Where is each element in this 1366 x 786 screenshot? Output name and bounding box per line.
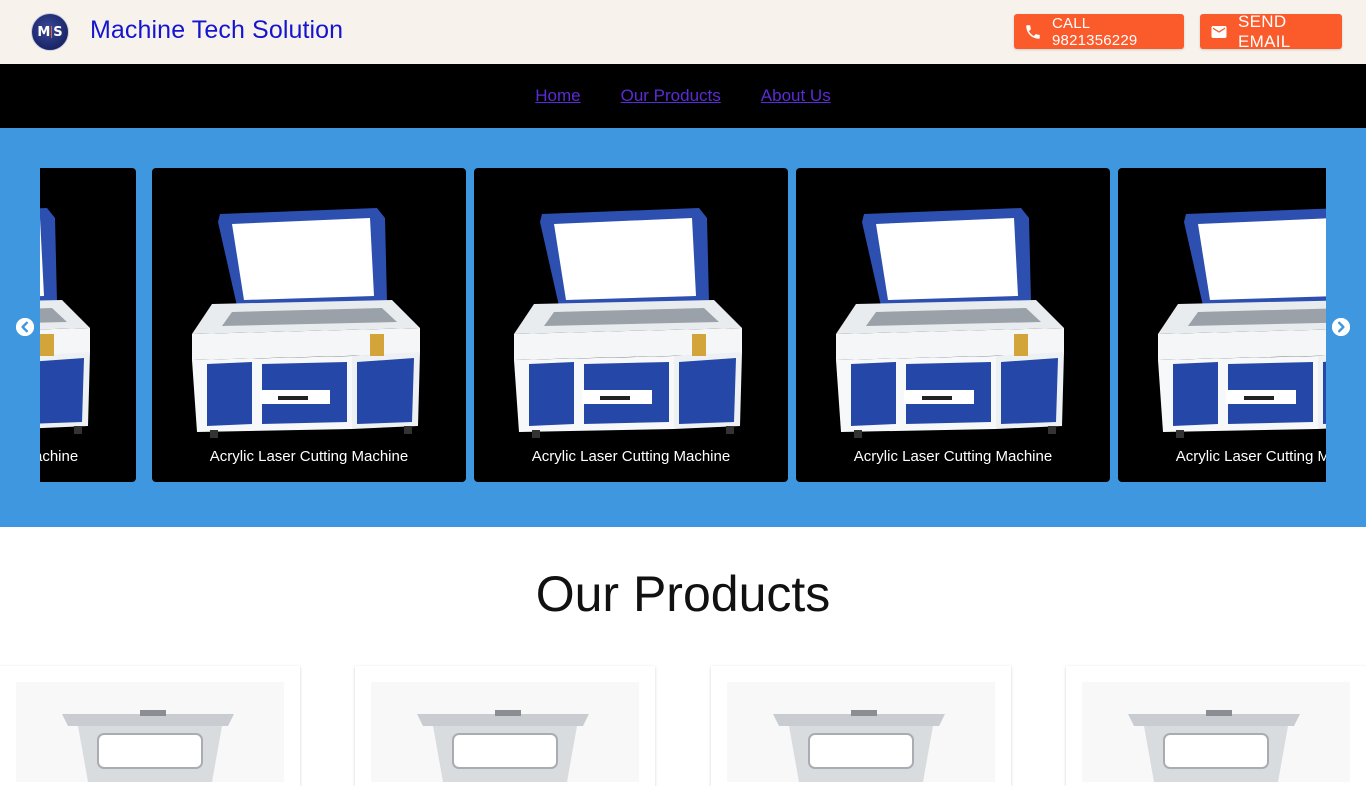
call-button-label: CALL 9821356229 [1052, 14, 1138, 49]
carousel-next-button[interactable] [1332, 318, 1350, 336]
card-label: Acrylic Laser Cutting Machine [40, 448, 79, 465]
carousel-card[interactable]: Acrylic Laser Cutting Machine [474, 168, 788, 482]
card-label: Acrylic Laser Cutting Machine [1175, 448, 1326, 465]
send-email-label: SEND EMAIL [1238, 11, 1291, 51]
nav-about-us[interactable]: About Us [761, 86, 831, 106]
product-image [371, 682, 639, 782]
product-card[interactable] [355, 666, 655, 786]
product-image [1082, 682, 1350, 782]
carousel-track: Acrylic Laser Cutting Machine Acrylic La… [40, 168, 1326, 482]
carousel-card[interactable]: Acrylic Laser Cutting Machine [40, 168, 136, 482]
laser-cutter-image [836, 208, 1064, 438]
laser-cutter-image [1158, 208, 1326, 438]
nav-home[interactable]: Home [535, 86, 580, 106]
carousel-card[interactable]: Acrylic Laser Cutting Machine [152, 168, 466, 482]
products-heading: Our Products [535, 566, 831, 622]
email-icon [1211, 25, 1227, 38]
product-image [16, 682, 284, 782]
carousel-prev-button[interactable] [16, 318, 34, 336]
card-label: Acrylic Laser Cutting Machine [209, 448, 409, 465]
chevron-left-icon [16, 318, 34, 336]
laser-cutter-image [40, 208, 90, 434]
send-email-button[interactable]: SEND EMAIL [1200, 11, 1342, 51]
product-carousel: Acrylic Laser Cutting Machine Acrylic La… [0, 128, 1366, 527]
card-label: Acrylic Laser Cutting Machine [531, 448, 731, 465]
top-header: MS Machine Tech Solution CALL 9821356229… [0, 0, 1366, 64]
product-card[interactable] [0, 666, 300, 786]
product-card[interactable] [711, 666, 1011, 786]
nav-our-products[interactable]: Our Products [621, 86, 721, 106]
chevron-right-icon [1332, 318, 1350, 336]
brand-name[interactable]: Machine Tech Solution [90, 16, 343, 45]
product-image [727, 682, 995, 782]
card-label: Acrylic Laser Cutting Machine [853, 448, 1053, 465]
product-card[interactable] [1066, 666, 1366, 786]
laser-cutter-image [192, 208, 420, 438]
call-button[interactable]: CALL 9821356229 [1014, 14, 1184, 49]
laser-cutter-image [514, 208, 742, 438]
phone-icon [1026, 24, 1040, 39]
carousel-card[interactable]: Acrylic Laser Cutting Machine [796, 168, 1110, 482]
main-nav: Home Our Products About Us [0, 64, 1366, 128]
carousel-card[interactable]: Acrylic Laser Cutting Machine [1118, 168, 1326, 482]
brand-logo[interactable]: MS [31, 13, 69, 51]
